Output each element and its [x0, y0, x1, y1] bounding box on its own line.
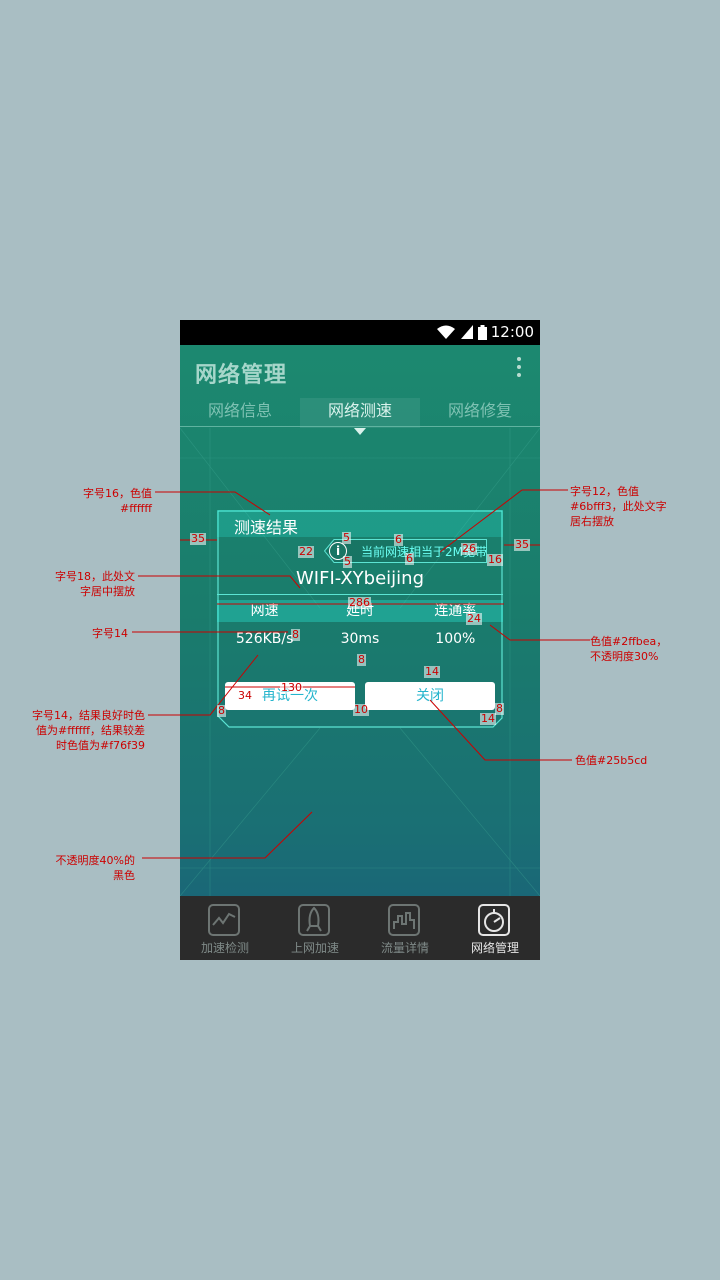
dim-22: 22 — [298, 545, 314, 558]
status-time: 12:00 — [490, 323, 534, 341]
dim-24: 24 — [466, 612, 482, 625]
dim-14a: 14 — [424, 665, 440, 678]
speed-chart-icon — [208, 904, 240, 936]
annotation-info-font: 字号12，色值 #6bfff3，此处文字 居右摆放 — [570, 485, 667, 528]
metric-header-connectivity: 连通率 — [434, 603, 477, 619]
nav-item-speed-check[interactable]: 加速检测 — [180, 896, 270, 960]
status-bar: 12:00 — [180, 320, 540, 345]
annotation-metric-font: 字号14 — [92, 627, 128, 640]
metric-value-row: 526KB/s 30ms 100% — [217, 628, 503, 652]
metric-value-connectivity: 100% — [435, 631, 476, 647]
annotation-result-font: 字号14，结果良好时色 值为#ffffff，结果较差 时色值为#f76f39 — [32, 709, 145, 752]
nav-item-network-manage[interactable]: 网络管理 — [450, 896, 540, 960]
annotation-ssid-font: 字号18，此处文 字居中摆放 — [55, 570, 135, 598]
dim-8d: 8 — [495, 702, 504, 715]
nav-label-traffic: 流量详情 — [380, 941, 429, 955]
phone-screen: 12:00 网络管理 网络信息 网络测速 网络修复 测速结果 i 当前网速相当于… — [180, 320, 540, 960]
dim-6a: 6 — [394, 533, 403, 546]
tab-bar: 网络信息 网络测速 网络修复 — [180, 398, 540, 428]
card-header-band: 测速结果 — [217, 510, 503, 537]
close-button[interactable]: 关闭 — [365, 682, 495, 710]
card-title: 测速结果 — [234, 518, 299, 537]
signal-icon — [460, 325, 473, 339]
bottom-nav: 加速检测 上网加速 流量详情 网络管理 — [180, 896, 540, 960]
tab-network-info[interactable]: 网络信息 — [180, 398, 300, 428]
dim-35-right: 35 — [514, 538, 530, 551]
dim-130: 130 — [280, 681, 303, 694]
nav-label-network-manage: 网络管理 — [470, 941, 519, 955]
dim-35-left: 35 — [190, 532, 206, 545]
metric-header-speed: 网速 — [250, 603, 279, 619]
metric-value-latency: 30ms — [340, 631, 380, 647]
dim-8a: 8 — [291, 628, 300, 641]
tab-underline — [180, 426, 540, 427]
dim-8c: 8 — [217, 704, 226, 717]
dim-6b: 6 — [405, 552, 414, 565]
dim-5a: 5 — [342, 531, 351, 544]
dim-8b: 8 — [357, 653, 366, 666]
wifi-ssid: WIFI-XYbeijing — [295, 568, 425, 589]
app-title: 网络管理 — [195, 363, 288, 388]
nav-label-accelerate: 上网加速 — [290, 941, 339, 955]
dim-5b: 5 — [343, 555, 352, 568]
rocket-icon — [298, 904, 330, 936]
network-manage-icon — [478, 904, 510, 936]
battery-icon — [477, 324, 487, 340]
more-menu-icon[interactable] — [516, 357, 522, 381]
annotation-overlay: 不透明度40%的 黑色 — [55, 854, 135, 882]
tab-network-repair[interactable]: 网络修复 — [420, 398, 540, 428]
nav-item-accelerate[interactable]: 上网加速 — [270, 896, 360, 960]
bar-chart-icon — [388, 904, 420, 936]
dim-14b: 14 — [480, 712, 496, 725]
wifi-icon — [436, 325, 455, 339]
dim-26: 26 — [461, 542, 477, 555]
card-divider — [217, 594, 503, 595]
annotation-header-color: 色值#2ffbea， 不透明度30% — [590, 635, 668, 663]
tab-speed-test[interactable]: 网络测速 — [300, 398, 420, 428]
nav-item-traffic[interactable]: 流量详情 — [360, 896, 450, 960]
dim-10: 10 — [353, 703, 369, 716]
dim-16: 16 — [487, 553, 503, 566]
nav-label-speed-check: 加速检测 — [200, 941, 249, 955]
dim-34: 34 — [237, 689, 253, 702]
dim-286: 286 — [348, 596, 371, 609]
annotation-button-color: 色值#25b5cd — [575, 754, 648, 767]
annotation-title-font: 字号16，色值 #ffffff — [83, 487, 152, 515]
app-bar: 网络管理 — [180, 345, 540, 400]
